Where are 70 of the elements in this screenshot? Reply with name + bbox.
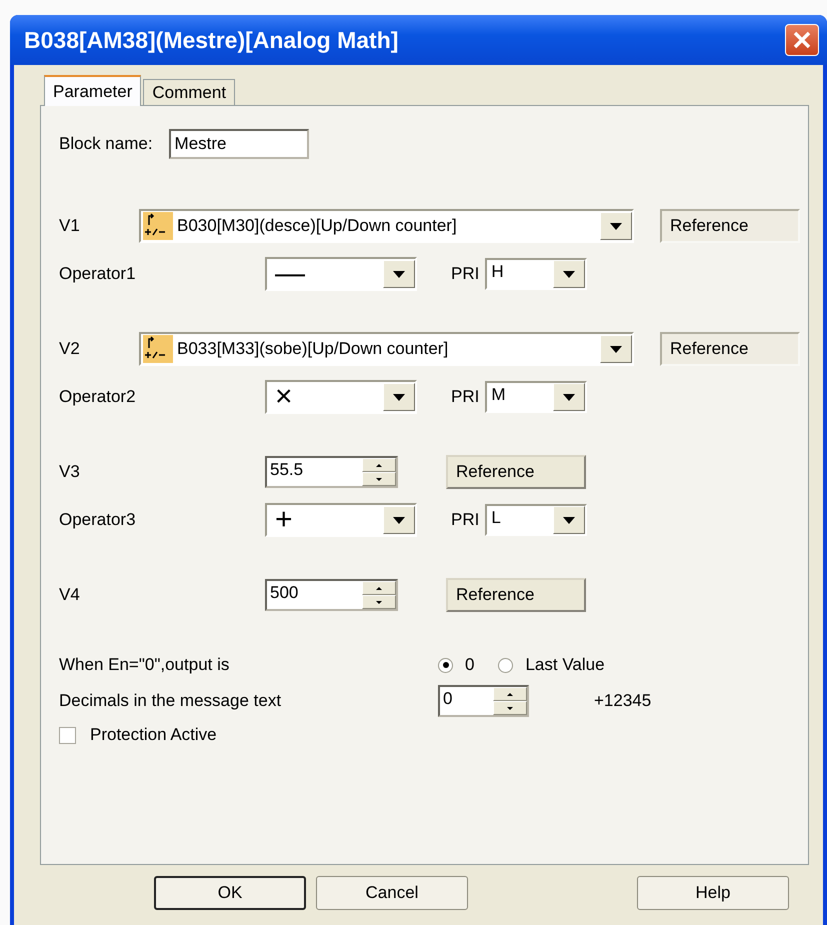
field-label: Block name: [59,134,153,154]
priority-label: PRI [451,264,480,284]
field-label: Operator2 [59,387,137,407]
reference-button[interactable]: Reference [446,455,586,489]
priority-label: PRI [451,510,480,530]
field-label: V2 [59,339,81,359]
dropdown[interactable]: H [485,258,588,290]
spin-field[interactable]: 500 [265,579,398,611]
up-arrow-icon [376,464,382,466]
dropdown-arrow-icon [563,394,576,400]
spin-down-button[interactable] [493,701,527,715]
close-icon [792,30,812,50]
spin-up-button[interactable] [362,581,396,595]
dialog-button[interactable]: Cancel [316,876,468,910]
dropdown[interactable]: — [265,257,417,291]
spin-field[interactable]: 0 [438,685,529,717]
tab[interactable]: Parameter [44,75,142,106]
dropdown-button[interactable] [383,506,415,534]
dropdown-arrow-icon [393,270,405,278]
field-label: V1 [59,216,81,236]
close-button[interactable] [785,24,819,56]
radio-button[interactable] [438,658,453,672]
spin-field[interactable]: 55.5 [265,456,398,488]
counter-icon [143,212,173,240]
window-title: B038[AM38](Mestre)[Analog Math] [24,26,400,54]
spin-up-button[interactable] [493,687,527,701]
checkbox[interactable] [59,726,76,744]
dropdown-arrow-icon [563,516,576,524]
dropdown-arrow-icon [610,222,622,230]
dropdown-button[interactable] [383,260,415,288]
field-label: Decimals in the message text [59,691,282,711]
dropdown[interactable]: L [485,504,588,536]
dropdown-arrow-icon [610,346,622,352]
dropdown-button[interactable] [553,506,586,534]
field-label: When En="0",output is [59,655,230,675]
dropdown-button[interactable] [600,212,632,240]
dialog-button[interactable]: OK [154,876,306,910]
spin-up-button[interactable] [362,458,396,472]
spin-down-button[interactable] [362,595,396,609]
dropdown-button[interactable] [383,383,415,411]
field-label: Operator1 [59,264,137,284]
dropdown-button[interactable] [600,335,632,363]
radio-label: 0 [465,655,474,675]
radio-label: Last Value [525,655,605,675]
preview-text: +12345 [594,691,652,711]
block-name-field[interactable]: Mestre [168,129,309,159]
reference-button[interactable]: Reference [446,578,586,612]
up-arrow-icon [376,586,382,590]
field-label: Operator3 [59,510,137,530]
dropdown-arrow-icon [563,270,576,278]
field-label: V3 [59,462,81,482]
dropdown-button[interactable] [553,383,586,411]
dropdown[interactable]: M [485,381,588,413]
priority-label: PRI [451,387,480,407]
dropdown[interactable]: × [265,380,417,414]
down-arrow-icon [507,706,513,710]
field-label: V4 [59,585,81,605]
down-arrow-icon [376,478,382,480]
dropdown[interactable]: + [265,503,417,537]
dropdown-button[interactable] [553,260,586,288]
up-arrow-icon [507,692,513,696]
dropdown-arrow-icon [393,516,405,524]
down-arrow-icon [376,600,382,604]
spin-down-button[interactable] [362,472,396,486]
dialog-button[interactable]: Help [637,876,789,910]
dropdown-arrow-icon [393,394,405,400]
checkbox-label: Protection Active [90,725,217,745]
tab[interactable]: Comment [143,79,236,105]
counter-icon [143,335,173,363]
radio-button[interactable] [498,658,514,672]
